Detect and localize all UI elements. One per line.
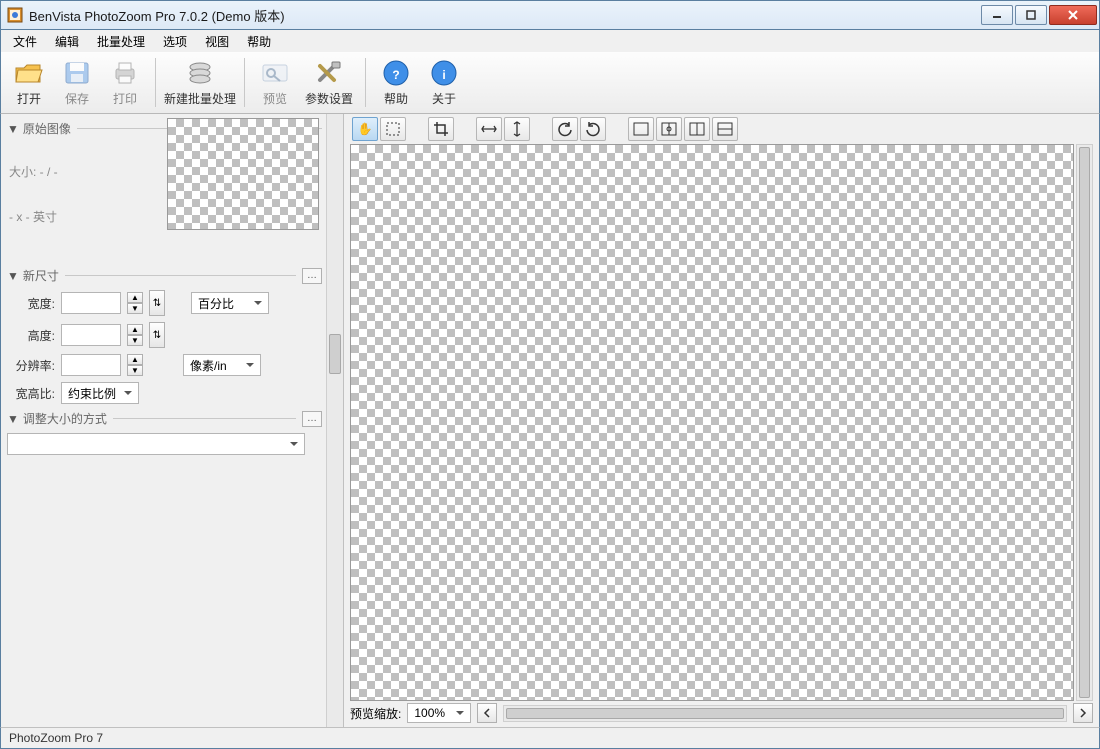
preview-icon (260, 58, 290, 88)
menu-edit[interactable]: 编辑 (47, 31, 87, 52)
toolbar-print-button[interactable]: 打印 (101, 54, 149, 111)
layout-split-v-button[interactable] (684, 117, 710, 141)
resolution-input[interactable] (61, 354, 121, 376)
section-new-size-label: 新尺寸 (23, 267, 59, 284)
zoom-in-button[interactable] (1073, 703, 1093, 723)
unit-pixels-in-select[interactable]: 像素/in (183, 354, 261, 376)
rotate-cw-icon (585, 121, 601, 137)
width-input[interactable] (61, 292, 121, 314)
chevron-right-icon (1078, 708, 1088, 718)
toolbar-preview-button[interactable]: 预览 (251, 54, 299, 111)
zoom-select[interactable]: 100% (407, 703, 471, 723)
resolution-label: 分辨率: (7, 357, 55, 374)
tool-pan-button[interactable]: ✋ (352, 117, 378, 141)
layout-split-h-button[interactable] (712, 117, 738, 141)
menu-help[interactable]: 帮助 (239, 31, 279, 52)
layout-single-button[interactable] (628, 117, 654, 141)
left-panel: ▼ 原始图像 大小: - / - - x - 英寸 ▼ 新尺寸 … 宽度: ▲▼… (1, 114, 344, 727)
flip-v-icon (511, 121, 523, 137)
window-title: BenVista PhotoZoom Pro 7.0.2 (Demo 版本) (29, 6, 981, 25)
tool-crop-button[interactable] (428, 117, 454, 141)
main-area: ▼ 原始图像 大小: - / - - x - 英寸 ▼ 新尺寸 … 宽度: ▲▼… (0, 114, 1100, 727)
layout-split-center-button[interactable] (656, 117, 682, 141)
layout-single-icon (633, 122, 649, 136)
collapse-triangle-icon: ▼ (7, 122, 19, 136)
menu-options[interactable]: 选项 (155, 31, 195, 52)
resize-method-select[interactable] (7, 433, 305, 455)
svg-text:?: ? (392, 68, 399, 82)
canvas-vertical-scrollbar[interactable] (1076, 144, 1093, 701)
flip-h-icon (481, 123, 497, 135)
tool-flip-h-button[interactable] (476, 117, 502, 141)
tool-flip-v-button[interactable] (504, 117, 530, 141)
section-original-label: 原始图像 (23, 120, 71, 137)
height-input[interactable] (61, 324, 121, 346)
print-icon (110, 58, 140, 88)
svg-text:i: i (442, 68, 445, 82)
unit-percent-select[interactable]: 百分比 (191, 292, 269, 314)
aspect-label: 宽高比: (7, 385, 55, 402)
tool-rotate-cw-button[interactable] (580, 117, 606, 141)
toolbar-new-batch-button[interactable]: 新建批量处理 (162, 54, 238, 111)
chevron-left-icon (482, 708, 492, 718)
preview-canvas[interactable] (350, 144, 1074, 701)
height-label: 高度: (7, 327, 55, 344)
menu-batch[interactable]: 批量处理 (89, 31, 153, 52)
window-maximize-button[interactable] (1015, 5, 1047, 25)
left-panel-scrollbar[interactable] (326, 114, 343, 727)
menu-file[interactable]: 文件 (5, 31, 45, 52)
menu-view[interactable]: 视图 (197, 31, 237, 52)
window-minimize-button[interactable] (981, 5, 1013, 25)
help-icon: ? (381, 58, 411, 88)
toolbar-help-button[interactable]: ? 帮助 (372, 54, 420, 111)
folder-open-icon (14, 58, 44, 88)
width-link-button[interactable]: ⇅ (149, 290, 165, 316)
collapse-triangle-icon: ▼ (7, 412, 19, 426)
app-icon (7, 7, 23, 23)
batch-icon (185, 58, 215, 88)
rotate-ccw-icon (557, 121, 573, 137)
height-spinner[interactable]: ▲▼ (127, 324, 143, 346)
zoom-label: 预览缩放: (350, 705, 401, 722)
layout-split-v-icon (689, 122, 705, 136)
width-spinner[interactable]: ▲▼ (127, 292, 143, 314)
section-resize-method-label: 调整大小的方式 (23, 410, 107, 427)
menu-bar: 文件 编辑 批量处理 选项 视图 帮助 (0, 30, 1100, 52)
toolbar-settings-button[interactable]: 参数设置 (299, 54, 359, 111)
window-titlebar: BenVista PhotoZoom Pro 7.0.2 (Demo 版本) (0, 0, 1100, 30)
resize-method-options-button[interactable]: … (302, 411, 322, 427)
collapse-triangle-icon: ▼ (7, 269, 19, 283)
resolution-spinner[interactable]: ▲▼ (127, 354, 143, 376)
settings-icon (314, 58, 344, 88)
original-thumbnail (167, 118, 319, 230)
width-label: 宽度: (7, 295, 55, 312)
canvas-footer: 预览缩放: 100% (344, 701, 1099, 727)
layout-split-h-icon (717, 122, 733, 136)
canvas-toolbar: ✋ (344, 114, 1099, 144)
aspect-ratio-select[interactable]: 约束比例 (61, 382, 139, 404)
layout-split-center-icon (661, 122, 677, 136)
window-close-button[interactable] (1049, 5, 1097, 25)
toolbar-open-button[interactable]: 打开 (5, 54, 53, 111)
crop-icon (433, 121, 449, 137)
status-text: PhotoZoom Pro 7 (9, 731, 103, 745)
tool-select-button[interactable] (380, 117, 406, 141)
canvas-horizontal-scrollbar[interactable] (503, 705, 1067, 722)
section-resize-method[interactable]: ▼ 调整大小的方式 … (7, 410, 322, 427)
status-bar: PhotoZoom Pro 7 (0, 727, 1100, 749)
zoom-out-button[interactable] (477, 703, 497, 723)
info-icon: i (429, 58, 459, 88)
toolbar-about-button[interactable]: i 关于 (420, 54, 468, 111)
new-size-options-button[interactable]: … (302, 268, 322, 284)
height-link-button[interactable]: ⇅ (149, 322, 165, 348)
hand-icon: ✋ (358, 122, 373, 136)
main-toolbar: 打开 保存 打印 新建批量处理 预览 参数设置 ? 帮助 (0, 52, 1100, 114)
save-icon (62, 58, 92, 88)
marquee-icon (385, 121, 401, 137)
section-new-size[interactable]: ▼ 新尺寸 … (7, 267, 322, 284)
tool-rotate-ccw-button[interactable] (552, 117, 578, 141)
toolbar-save-button[interactable]: 保存 (53, 54, 101, 111)
canvas-panel: ✋ (344, 114, 1099, 727)
